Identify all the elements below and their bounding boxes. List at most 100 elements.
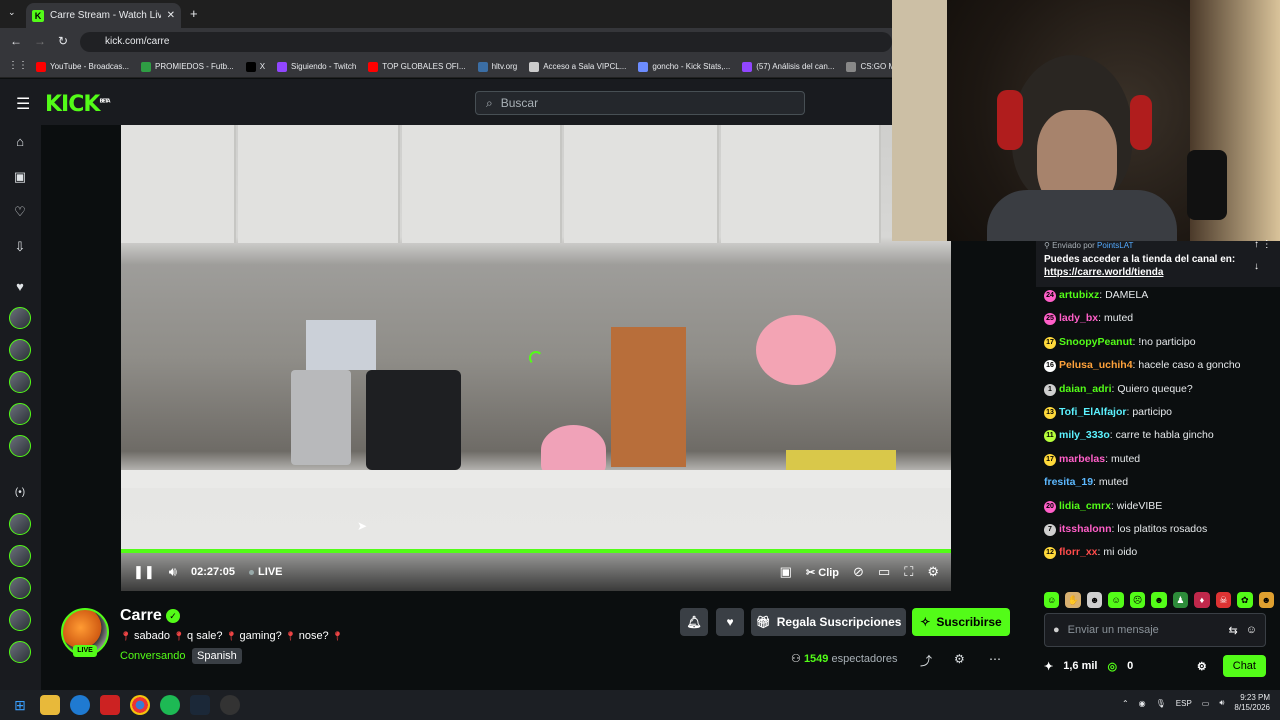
- chrome-icon[interactable]: [130, 695, 150, 715]
- language-indicator[interactable]: ESP: [1176, 699, 1192, 708]
- network-icon[interactable]: ▭: [1202, 699, 1210, 708]
- followed-heart-icon[interactable]: ♥: [10, 277, 30, 297]
- chat-username[interactable]: marbelas: [1059, 453, 1105, 465]
- pin-up-icon[interactable]: ↑ ⋮: [1254, 239, 1272, 250]
- chat-username[interactable]: lady_bx: [1059, 312, 1098, 324]
- apps-icon[interactable]: ⋮⋮: [8, 60, 28, 71]
- settings-icon[interactable]: ⚙: [927, 564, 939, 580]
- new-tab-icon[interactable]: +: [190, 6, 198, 21]
- bookmark-item[interactable]: X: [245, 61, 265, 72]
- live-indicator[interactable]: LIVE: [249, 566, 282, 578]
- sidebar-channel-avatar[interactable]: [9, 339, 31, 361]
- bookmark-item[interactable]: PROMIEDOS - Futb...: [141, 61, 234, 72]
- chevron-up-icon[interactable]: ⌃: [1122, 699, 1129, 708]
- chat-username[interactable]: mily_333o: [1059, 429, 1110, 441]
- chat-username[interactable]: Tofi_ElAlfajor: [1059, 406, 1126, 418]
- sidebar-channel-avatar[interactable]: [9, 641, 31, 663]
- emote-icon[interactable]: ☻: [1258, 592, 1274, 608]
- bookmark-item[interactable]: hltv.org: [477, 61, 517, 72]
- forward-icon[interactable]: →: [34, 34, 46, 48]
- subscribe-button[interactable]: ✧ Suscribirse: [912, 608, 1010, 636]
- home-icon[interactable]: ⌂: [10, 132, 30, 152]
- chat-username[interactable]: fresita_19: [1044, 476, 1093, 488]
- emote-icon[interactable]: ✋: [1065, 592, 1081, 608]
- bookmark-item[interactable]: goncho - Kick Stats,...: [638, 61, 730, 72]
- theater-icon[interactable]: ▣: [780, 564, 792, 580]
- fullscreen-icon[interactable]: ⛶: [904, 564, 913, 580]
- emote-icon[interactable]: ✿: [1237, 592, 1253, 608]
- tab-list-icon[interactable]: ⌄: [8, 7, 16, 18]
- mute-chat-icon[interactable]: ⊘: [853, 564, 864, 580]
- bookmark-item[interactable]: Acceso a Sala VIPCL...: [529, 61, 626, 72]
- recommended-icon[interactable]: (•): [10, 483, 30, 503]
- sidebar-channel-avatar[interactable]: [9, 609, 31, 631]
- emote-icon[interactable]: ☹: [1129, 592, 1146, 608]
- news-app-icon[interactable]: [100, 695, 120, 715]
- bookmark-item[interactable]: Siguiendo - Twitch: [277, 61, 356, 72]
- sidebar-channel-avatar[interactable]: [9, 403, 31, 425]
- clip-button[interactable]: ✂ Clip: [806, 566, 839, 579]
- more-options-icon[interactable]: ⋯: [989, 652, 1001, 666]
- sidebar-channel-avatar[interactable]: [9, 577, 31, 599]
- chat-username[interactable]: lidia_cmrx: [1059, 500, 1111, 512]
- kicks-count[interactable]: 0: [1127, 660, 1133, 672]
- chat-settings-icon[interactable]: ⚙: [1197, 660, 1207, 673]
- emote-icon[interactable]: ♦: [1194, 592, 1210, 608]
- sidebar-channel-avatar[interactable]: [9, 513, 31, 535]
- browse-icon[interactable]: ▣: [10, 167, 30, 187]
- emote-icon[interactable]: ☻: [1151, 592, 1167, 608]
- kick-logo[interactable]: KICKBETA: [45, 92, 111, 117]
- chat-username[interactable]: florr_xx: [1059, 546, 1098, 558]
- mini-player-icon[interactable]: ▭: [878, 564, 890, 580]
- emote-icon[interactable]: ☠: [1215, 592, 1232, 608]
- search-input[interactable]: ⌕ Buscar: [475, 91, 805, 115]
- chat-username[interactable]: itsshalonn: [1059, 523, 1112, 535]
- points-count[interactable]: 1,6 mil: [1063, 660, 1097, 672]
- chat-username[interactable]: Pelusa_uchih4: [1059, 359, 1133, 371]
- reload-icon[interactable]: ↻: [58, 34, 68, 48]
- pause-icon[interactable]: ❚❚: [133, 564, 155, 580]
- spotify-icon[interactable]: [160, 695, 180, 715]
- sidebar-channel-avatar[interactable]: [9, 307, 31, 329]
- chevron-down-icon[interactable]: ↓: [1254, 261, 1259, 272]
- emote-icon[interactable]: ☺: [1044, 592, 1060, 608]
- windows-start-icon[interactable]: ⊞: [10, 695, 30, 715]
- bookmark-item[interactable]: (57) Análisis del can...: [742, 61, 834, 72]
- pinned-link[interactable]: https://carre.world/tienda: [1044, 267, 1272, 278]
- language-tag[interactable]: Spanish: [192, 648, 242, 664]
- back-icon[interactable]: ←: [10, 34, 22, 48]
- file-explorer-icon[interactable]: [40, 695, 60, 715]
- chat-username[interactable]: SnoopyPeanut: [1059, 336, 1133, 348]
- url-field[interactable]: kick.com/carre: [80, 32, 892, 52]
- chat-username[interactable]: daian_adri: [1059, 383, 1112, 395]
- bookmark-item[interactable]: TOP GLOBALES OFI...: [368, 61, 466, 72]
- share-icon[interactable]: ⤴: [920, 652, 932, 669]
- upload-icon[interactable]: ⇩: [10, 237, 30, 257]
- volume-icon[interactable]: 🔊︎: [169, 564, 177, 580]
- edge-icon[interactable]: [70, 695, 90, 715]
- bot-icon[interactable]: ⚙: [954, 652, 965, 666]
- following-icon[interactable]: ♡: [10, 202, 30, 222]
- browser-tab[interactable]: K Carre Stream - Watch Live on K ✕: [26, 3, 181, 28]
- pinned-user[interactable]: PointsLAT: [1097, 241, 1133, 250]
- sidebar-channel-avatar[interactable]: [9, 435, 31, 457]
- menu-icon[interactable]: ☰: [16, 94, 30, 114]
- speaker-icon[interactable]: 🔊︎: [1219, 698, 1224, 708]
- chat-username[interactable]: artubixz: [1059, 289, 1099, 301]
- emote-icon[interactable]: ☺: [1108, 592, 1124, 608]
- clock[interactable]: 9:23 PM 8/15/2026: [1234, 693, 1270, 713]
- obs-icon[interactable]: [220, 695, 240, 715]
- bookmark-item[interactable]: YouTube - Broadcas...: [36, 61, 129, 72]
- emote-icon[interactable]: ☻: [1086, 592, 1103, 608]
- translate-icon[interactable]: ⇆: [1229, 624, 1238, 637]
- chat-input[interactable]: ● Enviar un mensaje ⇆ ☺: [1044, 613, 1266, 647]
- sidebar-channel-avatar[interactable]: [9, 371, 31, 393]
- close-tab-icon[interactable]: ✕: [167, 10, 175, 21]
- notifications-bell-button[interactable]: 🔔︎: [680, 608, 708, 636]
- mic-icon[interactable]: 🎙︎: [1156, 699, 1166, 708]
- sidebar-channel-avatar[interactable]: [9, 545, 31, 567]
- steam-tray-icon[interactable]: ◉: [1139, 699, 1146, 708]
- follow-heart-button[interactable]: ♥: [716, 608, 744, 636]
- emote-icon[interactable]: ♟: [1172, 592, 1189, 608]
- chat-send-button[interactable]: Chat: [1222, 655, 1266, 677]
